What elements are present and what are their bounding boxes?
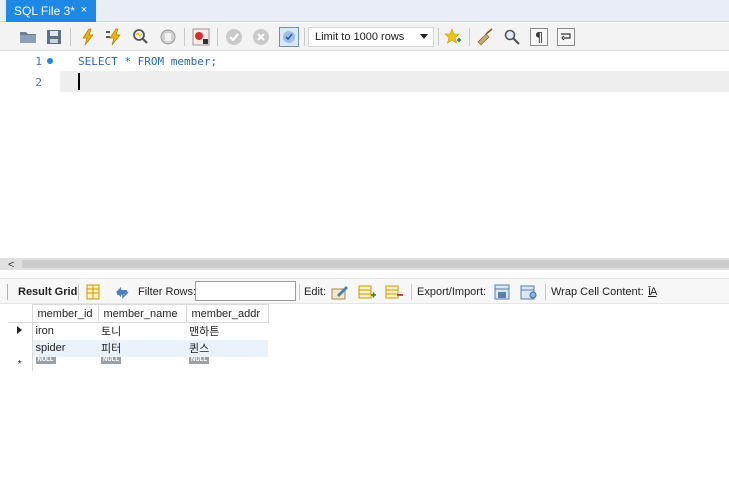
result-toolbar: Result Grid Filter Rows: Edit: Export/Im… [0,278,729,304]
null-badge: NULL [189,356,209,364]
add-snippet-icon[interactable] [444,28,462,46]
row-header-corner [8,304,33,323]
line-number: 2 [35,76,42,89]
edit-row-icon[interactable] [331,283,349,301]
execute-current-icon[interactable] [105,28,123,46]
table-row[interactable]: spider 피터 퀸스 [8,339,268,357]
close-icon[interactable]: × [78,4,90,16]
table-cell[interactable]: 토니 [98,323,186,340]
grid-layout-icon[interactable] [84,283,102,301]
scrollbar-thumb[interactable] [22,260,729,268]
insert-row-icon[interactable] [358,283,376,301]
filter-rows-input[interactable] [195,281,296,301]
filter-rows-label: Filter Rows: [138,286,197,298]
export-import-label: Export/Import: [417,286,487,298]
refresh-icon[interactable] [113,283,131,301]
edit-label: Edit: [304,286,327,298]
import-icon[interactable] [520,283,538,301]
table-cell[interactable]: iron [32,323,98,340]
row-selector[interactable] [8,339,33,357]
delete-row-icon[interactable] [385,283,403,301]
null-badge: NULL [35,356,56,364]
wrap-cell-label: Wrap Cell Content: [551,286,644,298]
grid-header-row: member_id member_name member_addr [8,304,269,323]
tab-title: SQL File 3* [14,4,75,18]
table-cell[interactable]: 퀸스 [186,339,268,357]
export-icon[interactable] [493,283,511,301]
limit-rows-select[interactable]: Limit to 1000 rows [308,27,434,47]
current-line-highlight [60,71,729,92]
new-row-marker-icon: * [17,358,22,370]
column-header[interactable]: member_name [97,304,187,323]
table-cell[interactable]: 피터 [98,339,186,357]
new-row[interactable]: * NULL NULL NULL [8,356,268,371]
current-row-icon [17,326,23,335]
null-badge: NULL [101,356,121,364]
chevron-down-icon [420,34,428,39]
rollback-icon[interactable] [252,28,270,46]
stop-icon[interactable] [159,28,177,46]
table-cell[interactable]: NULL [98,356,186,371]
tab-sql-file[interactable]: SQL File 3* × [6,0,96,22]
scroll-left-icon[interactable]: < [8,259,14,271]
table-cell[interactable]: spider [32,339,98,357]
sql-toolbar: Limit to 1000 rows ¶ [0,23,729,51]
invisible-chars-icon[interactable]: ¶ [530,28,548,46]
table-row[interactable]: iron 토니 맨하튼 [8,322,268,340]
save-icon[interactable] [45,28,63,46]
result-grid: member_id member_name member_addr iron 토… [8,304,269,371]
svg-text:¶: ¶ [535,31,543,46]
line-number: 1 [35,55,42,68]
column-header[interactable]: member_id [31,304,99,323]
tab-strip: SQL File 3* × [0,0,729,22]
toggle-error-icon[interactable] [192,28,210,46]
open-folder-icon[interactable] [19,28,37,46]
horizontal-scrollbar[interactable]: < [0,258,729,271]
column-header[interactable]: member_addr [185,304,269,323]
row-selector[interactable]: * [8,356,33,371]
autocommit-icon[interactable] [279,27,299,47]
result-grid-tab[interactable]: Result Grid [18,286,77,298]
limit-rows-value: Limit to 1000 rows [315,31,405,43]
row-selector[interactable] [8,322,33,340]
table-cell[interactable]: 맨하튼 [186,323,268,340]
explain-icon[interactable] [131,28,149,46]
find-icon[interactable] [503,28,521,46]
code-line[interactable]: SELECT * FROM member; [78,55,217,68]
sql-editor[interactable]: 1 SELECT * FROM member; 2 [0,52,729,258]
wrap-cell-toggle-icon[interactable]: ĪA [648,286,657,298]
table-cell[interactable]: NULL [186,356,268,371]
table-cell[interactable]: NULL [32,356,98,371]
wrap-icon[interactable] [557,28,575,46]
text-cursor [78,73,80,90]
statement-marker-icon [47,58,53,64]
execute-icon[interactable] [79,28,97,46]
commit-icon[interactable] [225,28,243,46]
beautify-icon[interactable] [476,28,494,46]
